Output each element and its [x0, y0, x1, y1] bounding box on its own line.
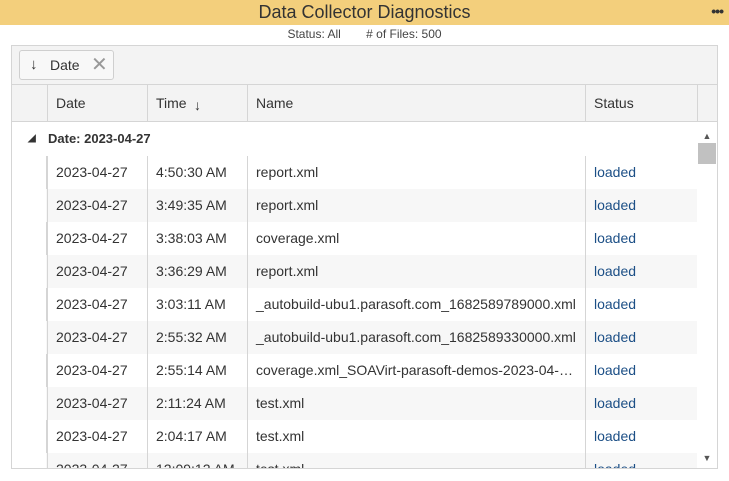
vertical-scrollbar[interactable]: ▲ ▼ — [697, 123, 717, 468]
sort-descending-icon: ↓ — [194, 97, 201, 113]
cell-name: coverage.xml_SOAVirt-parasoft-demos-2023… — [247, 354, 585, 387]
scroll-down-icon[interactable]: ▼ — [697, 450, 717, 466]
scroll-up-icon[interactable]: ▲ — [697, 128, 717, 144]
column-header-name[interactable]: Name — [247, 85, 585, 122]
file-count-text: # of Files: 500 — [366, 27, 442, 41]
cell-name: report.xml — [247, 189, 585, 222]
header-scroll-spacer — [697, 85, 717, 122]
sort-down-arrow-icon[interactable]: ↓ — [30, 51, 38, 79]
cell-time: 3:38:03 AM — [147, 222, 247, 255]
table-row[interactable]: 2023-04-27 2:04:17 AM test.xml loaded — [46, 420, 697, 453]
cell-name: _autobuild-ubu1.parasoft.com_16825893300… — [247, 321, 585, 354]
cell-date: 2023-04-27 — [47, 222, 147, 255]
cell-date: 2023-04-27 — [47, 288, 147, 321]
cell-time: 2:55:14 AM — [147, 354, 247, 387]
group-chip-label: Date — [50, 57, 80, 73]
cell-date: 2023-04-27 — [47, 189, 147, 222]
summary-bar: Status: All # of Files: 500 — [0, 26, 729, 44]
cell-status: loaded — [585, 222, 697, 255]
table-row[interactable]: 2023-04-27 2:55:32 AM _autobuild-ubu1.pa… — [46, 321, 697, 354]
grid-rows: 2023-04-27 4:50:30 AM report.xml loaded … — [46, 156, 697, 468]
cell-time: 2:04:17 AM — [147, 420, 247, 453]
cell-name: report.xml — [247, 255, 585, 288]
cell-name: coverage.xml — [247, 222, 585, 255]
cell-time: 3:03:11 AM — [147, 288, 247, 321]
table-row[interactable]: 2023-04-27 12:09:12 AM test.xml loaded — [46, 453, 697, 468]
cell-date: 2023-04-27 — [47, 354, 147, 387]
table-row[interactable]: 2023-04-27 4:50:30 AM report.xml loaded — [46, 156, 697, 189]
cell-status: loaded — [585, 420, 697, 453]
cell-name: report.xml — [247, 156, 585, 189]
cell-time: 3:49:35 AM — [147, 189, 247, 222]
grid-body: ◢ Date: 2023-04-27 2023-04-27 4:50:30 AM… — [12, 123, 697, 468]
column-header-date-label: Date — [56, 95, 86, 111]
cell-name: _autobuild-ubu1.parasoft.com_16825897890… — [247, 288, 585, 321]
cell-status: loaded — [585, 255, 697, 288]
group-chip-date[interactable]: ↓ Date ✕ — [19, 50, 114, 80]
grid-header: Date Time ↓ Name Status — [12, 85, 717, 122]
cell-status: loaded — [585, 189, 697, 222]
title-bar: Data Collector Diagnostics ••• — [0, 0, 729, 25]
page-title: Data Collector Diagnostics — [258, 2, 471, 22]
cell-status: loaded — [585, 453, 697, 468]
scrollbar-thumb[interactable] — [698, 143, 716, 164]
column-header-time[interactable]: Time ↓ — [147, 85, 247, 122]
cell-time: 4:50:30 AM — [147, 156, 247, 189]
column-header-status[interactable]: Status — [585, 85, 697, 122]
remove-group-icon[interactable]: ✕ — [91, 51, 108, 79]
cell-date: 2023-04-27 — [47, 453, 147, 468]
table-row[interactable]: 2023-04-27 2:55:14 AM coverage.xml_SOAVi… — [46, 354, 697, 387]
cell-time: 3:36:29 AM — [147, 255, 247, 288]
cell-date: 2023-04-27 — [47, 321, 147, 354]
collapse-group-icon[interactable]: ◢ — [28, 123, 36, 154]
column-header-status-label: Status — [594, 95, 634, 111]
more-options-icon[interactable]: ••• — [711, 0, 724, 25]
cell-date: 2023-04-27 — [47, 156, 147, 189]
table-row[interactable]: 2023-04-27 3:36:29 AM report.xml loaded — [46, 255, 697, 288]
cell-name: test.xml — [247, 387, 585, 420]
table-row[interactable]: 2023-04-27 3:49:35 AM report.xml loaded — [46, 189, 697, 222]
group-header-label: Date: 2023-04-27 — [48, 131, 151, 146]
cell-date: 2023-04-27 — [47, 420, 147, 453]
status-filter-text: Status: All — [287, 27, 341, 41]
cell-status: loaded — [585, 288, 697, 321]
group-header-row[interactable]: ◢ Date: 2023-04-27 — [12, 123, 697, 156]
cell-status: loaded — [585, 156, 697, 189]
grouping-panel: ↓ Date ✕ — [12, 46, 717, 85]
cell-time: 2:55:32 AM — [147, 321, 247, 354]
cell-date: 2023-04-27 — [47, 255, 147, 288]
cell-status: loaded — [585, 387, 697, 420]
cell-date: 2023-04-27 — [47, 387, 147, 420]
cell-status: loaded — [585, 354, 697, 387]
column-header-date[interactable]: Date — [47, 85, 147, 122]
cell-status: loaded — [585, 321, 697, 354]
cell-name: test.xml — [247, 453, 585, 468]
table-row[interactable]: 2023-04-27 3:38:03 AM coverage.xml loade… — [46, 222, 697, 255]
cell-time: 12:09:12 AM — [147, 453, 247, 468]
column-header-name-label: Name — [256, 95, 294, 111]
table-row[interactable]: 2023-04-27 3:03:11 AM _autobuild-ubu1.pa… — [46, 288, 697, 321]
diagnostics-grid: ↓ Date ✕ Date Time ↓ Name Status ◢ Date:… — [11, 45, 718, 469]
cell-time: 2:11:24 AM — [147, 387, 247, 420]
table-row[interactable]: 2023-04-27 2:11:24 AM test.xml loaded — [46, 387, 697, 420]
header-group-indent — [12, 85, 47, 122]
column-header-time-label: Time — [156, 95, 187, 111]
cell-name: test.xml — [247, 420, 585, 453]
